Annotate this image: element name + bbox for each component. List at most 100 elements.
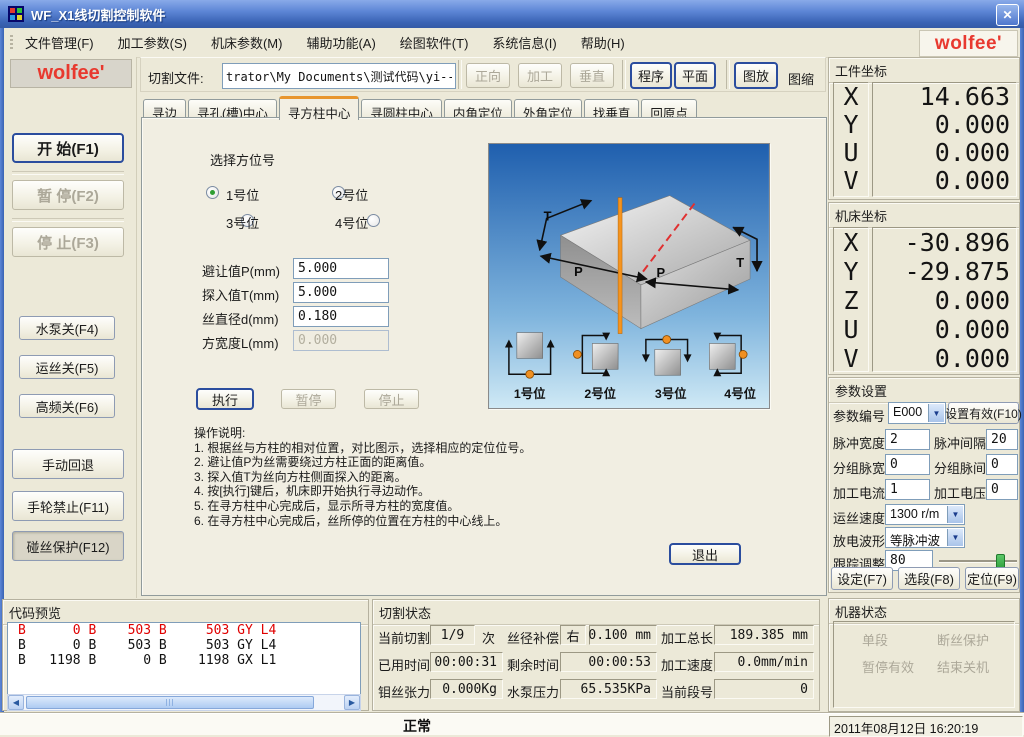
code-line-current[interactable]: B 0 B 503 B 503 GY L4 (8, 623, 360, 638)
machine-coords-title: 机床坐标 (829, 203, 1019, 228)
track-adjust-slider-track[interactable] (939, 560, 1017, 563)
apply-params-button[interactable]: 设置有效(F10) (948, 402, 1019, 424)
pulse-width-input[interactable] (885, 429, 930, 450)
position-button[interactable]: 定位(F9) (965, 567, 1019, 590)
radio-position-1-label[interactable]: 1号位 (226, 185, 259, 204)
param-code-select[interactable]: E000▼ (888, 402, 946, 424)
program-button[interactable]: 程序 (630, 62, 672, 89)
current-input[interactable] (885, 479, 930, 500)
pulse-gap-input[interactable] (986, 429, 1018, 450)
axis-label: X (843, 228, 858, 257)
params-title: 参数设置 (829, 378, 1019, 403)
square-width-input (293, 330, 389, 351)
tab-page-find-square-center: 选择方位号 1号位 2号位 3号位 4号位 避让值P(mm) 探入值T(mm) … (141, 117, 827, 596)
instruction-line: 3. 探入值T为丝向方柱侧面探入的距离。 (194, 470, 531, 485)
divider (12, 171, 124, 175)
menu-file[interactable]: 文件管理(F) (13, 29, 106, 56)
wire-touch-protect-button[interactable]: 碰丝保护(F12) (12, 531, 124, 561)
pressure-label: 水泵压力 (507, 682, 559, 701)
code-list[interactable]: B 0 B 503 B 503 GY L4 B 0 B 503 B 503 GY… (7, 622, 361, 696)
stop-locate-button[interactable]: 停止 (364, 389, 419, 409)
pressure-value: 65.535KPa (560, 679, 657, 699)
menu-aux-functions[interactable]: 辅助功能(A) (294, 29, 387, 56)
code-line[interactable]: B 1198 B 0 B 1198 GX L1 (8, 653, 360, 668)
instructions-block: 操作说明: 1. 根据丝与方柱的相对位置，对比图示，选择相应的定位位号。 2. … (194, 426, 531, 528)
manual-backoff-button[interactable]: 手动回退 (12, 449, 124, 479)
select-segment-button[interactable]: 选段(F8) (898, 567, 960, 590)
segment-label: 当前段号 (661, 682, 713, 701)
hf-off-button[interactable]: 高频关(F6) (19, 394, 115, 418)
execute-button[interactable]: 执行 (196, 388, 254, 410)
wire-dot (573, 350, 581, 358)
voltage-input[interactable] (986, 479, 1018, 500)
wire-diameter-label: 丝直径d(mm) (202, 309, 279, 328)
group-width-input[interactable] (885, 454, 930, 475)
instruction-line: 2. 避让值P为丝需要绕过方柱正面的距离值。 (194, 455, 531, 470)
menu-machine-params[interactable]: 机床参数(M) (199, 29, 295, 56)
instruction-line: 6. 在寻方柱中心完成后，丝所停的位置在方柱的中心线上。 (194, 514, 531, 529)
param-code-label: 参数编号 (833, 406, 885, 425)
menu-system-info[interactable]: 系统信息(I) (480, 29, 568, 56)
water-pump-off-button[interactable]: 水泵关(F4) (19, 316, 115, 340)
status-single-step: 单段 (862, 630, 888, 649)
stop-button[interactable]: 停 止(F3) (12, 227, 124, 257)
handwheel-disable-button[interactable]: 手轮禁止(F11) (12, 491, 124, 521)
set-button[interactable]: 设定(F7) (831, 567, 893, 590)
cut-status-panel: 切割状态 当前切割 1/9 次 丝径补偿 右 0.100 mm 加工总长 189… (372, 599, 820, 711)
radio-position-2-label[interactable]: 2号位 (335, 185, 368, 204)
axis-label: V (843, 167, 858, 195)
menu-machining-params[interactable]: 加工参数(S) (106, 29, 199, 56)
wire-diameter-input[interactable] (293, 306, 389, 327)
menu-drawing-software[interactable]: 绘图软件(T) (388, 29, 481, 56)
window-border-right (1020, 28, 1024, 734)
wire-run-off-button[interactable]: 运丝关(F5) (19, 355, 115, 379)
code-line[interactable]: B 0 B 503 B 503 GY L4 (8, 638, 360, 653)
group-gap-input[interactable] (986, 454, 1018, 475)
exit-button[interactable]: 退出 (669, 543, 741, 565)
group-width-label: 分组脉宽 (833, 458, 885, 477)
scroll-left-icon[interactable]: ◀ (8, 695, 24, 710)
radio-position-3-label[interactable]: 3号位 (226, 213, 259, 232)
pause-button[interactable]: 暂 停(F2) (12, 180, 124, 210)
wave-select[interactable]: 等脉冲波▼ (885, 527, 965, 548)
chevron-down-icon[interactable]: ▼ (947, 506, 963, 523)
title-bar: WF_X1线切割控制软件 ✕ (0, 0, 1024, 28)
plane-button[interactable]: 平面 (674, 62, 716, 89)
coord-value: 14.663 (920, 83, 1010, 111)
radio-position-4[interactable] (367, 214, 380, 227)
cut-file-input[interactable] (222, 63, 456, 89)
zoom-out-button[interactable]: 图缩 (788, 69, 814, 88)
cut-status-title: 切割状态 (373, 600, 819, 625)
forward-button[interactable]: 正向 (466, 63, 510, 88)
wire-dot (739, 350, 747, 358)
close-button[interactable]: ✕ (996, 4, 1019, 26)
avoid-value-input[interactable] (293, 258, 389, 279)
scroll-right-icon[interactable]: ▶ (344, 695, 360, 710)
start-button[interactable]: 开 始(F1) (12, 133, 124, 163)
vertical-button[interactable]: 垂直 (570, 63, 614, 88)
toolbar-separator (726, 60, 730, 89)
zoom-in-button[interactable]: 图放 (734, 62, 778, 89)
chevron-down-icon[interactable]: ▼ (947, 529, 963, 546)
mini-1-label: 1号位 (514, 386, 546, 401)
tab-find-square-center[interactable]: 寻方柱中心 (279, 96, 360, 120)
process-button[interactable]: 加工 (518, 63, 562, 88)
probe-value-input[interactable] (293, 282, 389, 303)
axis-label: X (843, 83, 858, 111)
pause-locate-button[interactable]: 暂停 (281, 389, 336, 409)
code-scrollbar[interactable]: ◀ ▶ (7, 694, 361, 711)
square-center-diagram: T P T P (488, 143, 770, 409)
chevron-down-icon[interactable]: ▼ (928, 404, 944, 422)
wire-comp-dir: 右 (560, 625, 586, 645)
scroll-thumb[interactable] (26, 696, 314, 709)
wire-speed-select[interactable]: 1300 r/m ▼ (885, 504, 965, 525)
radio-position-4-label[interactable]: 4号位 (335, 213, 368, 232)
menu-help[interactable]: 帮助(H) (569, 29, 637, 56)
window-title: WF_X1线切割控制软件 (31, 5, 165, 24)
work-coords-title: 工件坐标 (829, 58, 1019, 83)
select-position-label: 选择方位号 (210, 150, 275, 169)
radio-position-1[interactable] (206, 186, 219, 199)
machine-state-text: 正常 (403, 716, 431, 736)
wire-speed-value: 1300 r/m (890, 507, 939, 521)
mini-4-label: 4号位 (724, 386, 756, 401)
